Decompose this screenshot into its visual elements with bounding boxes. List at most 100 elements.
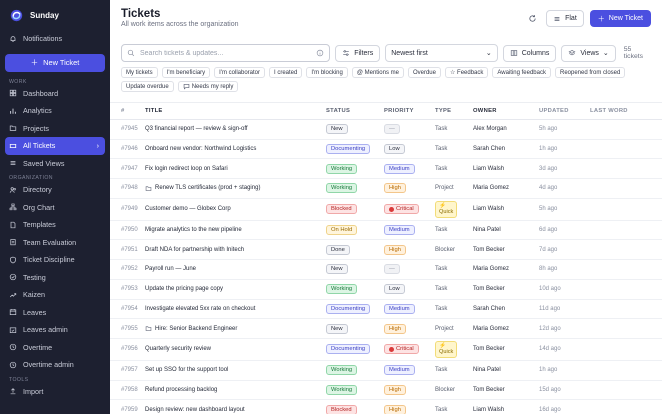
sidebar-item-projects[interactable]: Projects <box>0 120 110 138</box>
sidebar-item-saved-views[interactable]: Saved Views <box>0 155 110 173</box>
sidebar-item-overtime[interactable]: Overtime <box>0 339 110 357</box>
column-header-type[interactable]: TYPE <box>435 108 473 114</box>
table-row[interactable]: #7948 Renew TLS certificates (prod + stag… <box>110 179 662 199</box>
refresh-button[interactable] <box>524 11 540 27</box>
chip-feedback[interactable]: ☆ Feedback <box>444 67 489 78</box>
ticket-id[interactable]: #7954 <box>110 306 145 312</box>
brand[interactable]: Sunday <box>0 0 110 30</box>
ticket-title[interactable]: Set up SSO for the support tool <box>145 367 228 373</box>
flat-view-button[interactable]: Flat <box>546 10 584 27</box>
ticket-title[interactable]: Refund processing backlog <box>145 387 217 393</box>
ticket-id[interactable]: #7958 <box>110 387 145 393</box>
search-input[interactable] <box>140 49 312 57</box>
sidebar-item-analytics[interactable]: Analytics <box>0 102 110 120</box>
ticket-title[interactable]: Hire: Senior Backend Engineer <box>155 326 237 332</box>
status-badge[interactable]: Working <box>326 365 358 376</box>
status-badge[interactable]: New <box>326 124 348 135</box>
chip-mentions-me[interactable]: @ Mentions me <box>351 67 404 78</box>
chip-reopened[interactable]: Reopened from closed <box>554 67 626 78</box>
ticket-title[interactable]: Update the pricing page copy <box>145 286 223 292</box>
ticket-id[interactable]: #7956 <box>110 346 145 352</box>
sidebar-item-notifications[interactable]: Notifications <box>0 30 110 48</box>
table-row[interactable]: #7946 Onboard new vendor: Northwind Logis… <box>110 140 662 160</box>
status-badge[interactable]: New <box>326 323 348 334</box>
sidebar-item-kaizen[interactable]: Kaizen <box>0 286 110 304</box>
ticket-title[interactable]: Renew TLS certificates (prod + staging) <box>155 185 260 191</box>
sidebar-item-leaves-admin[interactable]: Leaves admin <box>0 321 110 339</box>
status-badge[interactable]: Documenting <box>326 303 371 314</box>
status-badge[interactable]: Done <box>326 244 350 255</box>
columns-button[interactable]: Columns <box>502 44 557 62</box>
ticket-title[interactable]: Design review: new dashboard layout <box>145 407 245 413</box>
sidebar-item-org-chart[interactable]: Org Chart <box>0 199 110 217</box>
ticket-title[interactable]: Investigate elevated 5xx rate on checkou… <box>145 306 255 312</box>
chip-i-created[interactable]: I created <box>269 67 303 78</box>
table-row[interactable]: #7953 Update the pricing page copy Working… <box>110 280 662 300</box>
status-badge[interactable]: Blocked <box>326 204 357 215</box>
column-header-id[interactable]: # <box>110 108 145 114</box>
chip-collaborator[interactable]: I'm collaborator <box>214 67 265 78</box>
ticket-id[interactable]: #7945 <box>110 126 145 132</box>
column-header-last-word[interactable]: LAST WORD <box>590 108 650 114</box>
column-header-priority[interactable]: PRIORITY <box>384 108 435 114</box>
table-row[interactable]: #7950 Migrate analytics to the new pipeli… <box>110 221 662 241</box>
ticket-title[interactable]: Quarterly security review <box>145 346 211 352</box>
table-row[interactable]: #7945 Q3 financial report — review & sign… <box>110 120 662 140</box>
sidebar-item-overtime-admin[interactable]: Overtime admin <box>0 356 110 374</box>
column-header-status[interactable]: STATUS <box>326 108 384 114</box>
column-header-title[interactable]: TITLE <box>145 108 326 114</box>
ticket-id[interactable]: #7955 <box>110 326 145 332</box>
chip-update-overdue[interactable]: Update overdue <box>121 81 174 92</box>
status-badge[interactable]: Working <box>326 163 358 174</box>
search-box[interactable] <box>121 44 331 62</box>
sidebar-item-team-evaluation[interactable]: Team Evaluation <box>0 234 110 252</box>
status-badge[interactable]: Working <box>326 384 358 395</box>
ticket-id[interactable]: #7947 <box>110 166 145 172</box>
status-badge[interactable]: Blocked <box>326 404 357 414</box>
chip-my-tickets[interactable]: My tickets <box>121 67 158 78</box>
table-row[interactable]: #7957 Set up SSO for the support tool Work… <box>110 361 662 381</box>
column-header-owner[interactable]: OWNER <box>473 108 539 114</box>
sidebar-item-directory[interactable]: Directory <box>0 181 110 199</box>
ticket-title[interactable]: Customer demo — Globex Corp <box>145 206 231 212</box>
status-badge[interactable]: Working <box>326 284 358 295</box>
ticket-id[interactable]: #7951 <box>110 247 145 253</box>
ticket-id[interactable]: #7948 <box>110 185 145 191</box>
ticket-title[interactable]: Fix login redirect loop on Safari <box>145 166 228 172</box>
ticket-id[interactable]: #7946 <box>110 146 145 152</box>
status-badge[interactable]: New <box>326 264 348 275</box>
ticket-id[interactable]: #7953 <box>110 286 145 292</box>
table-row[interactable]: #7952 Payroll run — June New — Task Maria Gom… <box>110 260 662 280</box>
chip-needs-my-reply[interactable]: Needs my reply <box>177 81 239 92</box>
status-badge[interactable]: On Hold <box>326 225 358 236</box>
sidebar-item-templates[interactable]: Templates <box>0 216 110 234</box>
sidebar-item-ticket-discipline[interactable]: Ticket Discipline <box>0 251 110 269</box>
ticket-title[interactable]: Onboard new vendor: Northwind Logistics <box>145 146 256 152</box>
table-row[interactable]: #7947 Fix login redirect loop on Safari Wo… <box>110 159 662 180</box>
filters-button[interactable]: Filters <box>335 44 381 62</box>
table-row[interactable]: #7955 Hire: Senior Backend Engineer New Hig… <box>110 319 662 339</box>
table-row[interactable]: #7959 Design review: new dashboard layout… <box>110 400 662 414</box>
chip-awaiting-feedback[interactable]: Awaiting feedback <box>492 67 551 78</box>
table-row[interactable]: #7956 Quarterly security review Documentin… <box>110 339 662 361</box>
ticket-id[interactable]: #7952 <box>110 266 145 272</box>
table-row[interactable]: #7958 Refund processing backlog Working Hig… <box>110 381 662 401</box>
sidebar-item-dashboard[interactable]: Dashboard <box>0 85 110 103</box>
status-badge[interactable]: Working <box>326 183 358 194</box>
status-badge[interactable]: Documenting <box>326 144 371 155</box>
ticket-title[interactable]: Draft NDA for partnership with Initech <box>145 247 244 253</box>
sort-select[interactable]: Newest first ⌄ <box>385 44 498 62</box>
table-row[interactable]: #7949 Customer demo — Globex Corp Blocked C… <box>110 199 662 221</box>
ticket-title[interactable]: Q3 financial report — review & sign-off <box>145 126 248 132</box>
ticket-title[interactable]: Payroll run — June <box>145 266 196 272</box>
ticket-id[interactable]: #7950 <box>110 227 145 233</box>
ticket-id[interactable]: #7957 <box>110 367 145 373</box>
views-button[interactable]: Views ⌄ <box>561 44 616 62</box>
chip-overdue[interactable]: Overdue <box>407 67 441 78</box>
ticket-id[interactable]: #7949 <box>110 206 145 212</box>
sidebar-item-all-tickets[interactable]: All Tickets › <box>5 137 105 155</box>
new-ticket-button[interactable]: ＋ New Ticket <box>589 10 651 27</box>
chip-blocking[interactable]: I'm blocking <box>306 67 348 78</box>
status-badge[interactable]: Documenting <box>326 344 371 355</box>
table-row[interactable]: #7951 Draft NDA for partnership with Init… <box>110 240 662 261</box>
